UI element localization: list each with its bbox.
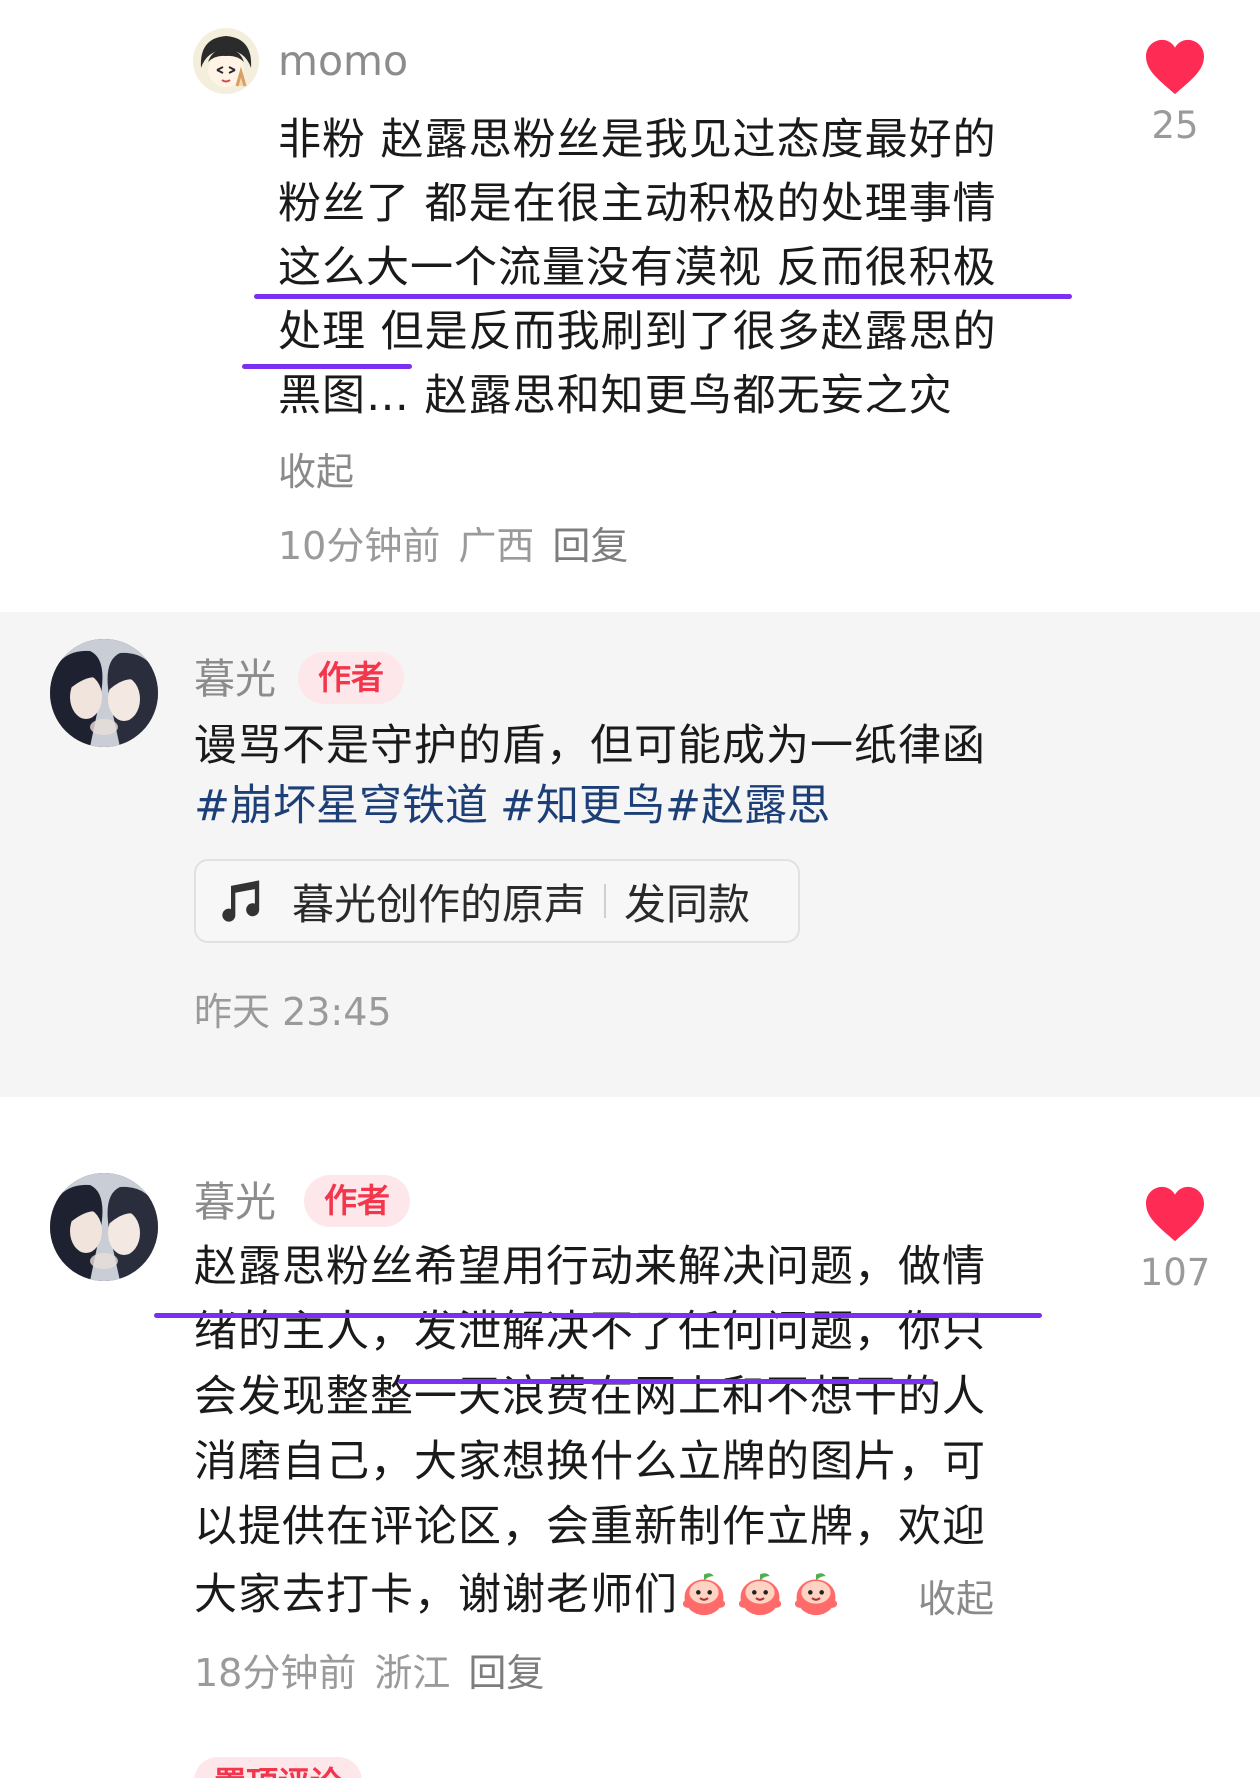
comment-location: 浙江 — [374, 1651, 451, 1695]
comment-time: 18分钟前 — [194, 1651, 357, 1695]
comment-text-last-line: 大家去打卡，谢谢老师们 — [194, 1567, 846, 1628]
author-comment: 暮光 作者 赵露思粉丝希望用行动来解决问题，做情 绪的主人，发泄解决不了任何问题… — [0, 1097, 1260, 1778]
comment-text-line: 赵露思粉丝希望用行动来解决问题，做情 — [194, 1242, 986, 1292]
cartoon-girl-avatar-icon[interactable] — [193, 28, 259, 94]
like-count: 25 — [1151, 104, 1199, 147]
comment-time: 10分钟前 — [278, 524, 441, 568]
like-button[interactable]: 25 — [1130, 38, 1220, 147]
peach-emoji-icon — [738, 1572, 782, 1615]
comment-meta: 18分钟前 浙江 回复 — [194, 1649, 562, 1697]
reply-button[interactable]: 回复 — [552, 524, 628, 568]
comment-meta: 10分钟前 广西 回复 — [278, 522, 646, 570]
author-badge: 作者 — [304, 1175, 410, 1227]
comment-text-line: 以提供在评论区，会重新制作立牌，欢迎 — [194, 1502, 986, 1552]
comment-text-line: 消磨自己，大家想换什么立牌的图片，可 — [194, 1437, 986, 1487]
highlight-underline — [154, 1313, 1042, 1318]
comment-text-line: 黑图… 赵露思和知更鸟都无妄之灾 — [278, 371, 953, 421]
comment-text-line: 粉丝了 都是在很主动积极的处理事情 — [278, 179, 997, 229]
highlight-underline — [242, 364, 412, 369]
audio-divider — [604, 884, 607, 918]
comment-text-line: 处理 但是反而我刷到了很多赵露思的 — [278, 307, 997, 357]
collapse-link[interactable]: 收起 — [278, 448, 354, 496]
comment-thread: momo 非粉 赵露思粉丝是我见过态度最好的 粉丝了 都是在很主动积极的处理事情… — [0, 0, 1260, 1778]
comment-username[interactable]: momo — [278, 36, 408, 86]
post-time: 昨天 23:45 — [194, 990, 392, 1034]
like-count: 107 — [1139, 1251, 1211, 1294]
heart-icon — [1146, 1186, 1204, 1242]
comment-text-line: 非粉 赵露思粉丝是我见过态度最好的 — [278, 115, 997, 165]
anime-character-avatar-icon[interactable] — [50, 1173, 158, 1281]
hashtag-link[interactable]: #知更鸟#赵露思 — [500, 781, 830, 831]
emoji-run — [678, 1568, 846, 1628]
comment-text-line: 这么大一个流量没有漠视 反而很积极 — [278, 243, 997, 293]
peach-emoji-icon — [794, 1572, 838, 1615]
comment-text-line: 大家去打卡，谢谢老师们 — [194, 1570, 678, 1620]
author-badge: 作者 — [298, 652, 404, 704]
comment-momo: momo 非粉 赵露思粉丝是我见过态度最好的 粉丝了 都是在很主动积极的处理事情… — [0, 0, 1260, 612]
peach-emoji-icon — [682, 1572, 726, 1615]
collapse-link[interactable]: 收起 — [918, 1575, 994, 1623]
heart-icon — [1146, 39, 1204, 95]
like-button[interactable]: 107 — [1130, 1185, 1220, 1294]
post-text: 谩骂不是守护的盾，但可能成为一纸律函 — [194, 721, 986, 771]
comment-text-line: 会发现整整一天浪费在网上和不想干的人 — [194, 1372, 986, 1422]
audio-title[interactable]: 暮光创作的原声 — [292, 871, 586, 932]
highlight-underline — [254, 294, 1072, 299]
author-post: 暮光 作者 谩骂不是守护的盾，但可能成为一纸律函 #崩坏星穹铁道 #知更鸟#赵露思… — [0, 612, 1260, 1097]
post-username[interactable]: 暮光 — [194, 654, 276, 704]
hashtag-link[interactable]: #崩坏星穹铁道 — [194, 781, 488, 831]
comment-username[interactable]: 暮光 — [194, 1177, 276, 1227]
music-note-icon — [222, 880, 260, 922]
use-audio-button[interactable]: 发同款 — [624, 871, 750, 932]
post-hashtags: #崩坏星穹铁道 #知更鸟#赵露思 — [194, 778, 842, 834]
original-audio-pill[interactable]: 暮光创作的原声 发同款 — [194, 859, 800, 943]
pinned-comment-badge: 置顶评论 — [194, 1757, 363, 1778]
reply-button[interactable]: 回复 — [468, 1651, 544, 1695]
anime-character-avatar-icon[interactable] — [50, 639, 158, 747]
highlight-underline — [398, 1379, 934, 1384]
comment-location: 广西 — [458, 524, 535, 568]
